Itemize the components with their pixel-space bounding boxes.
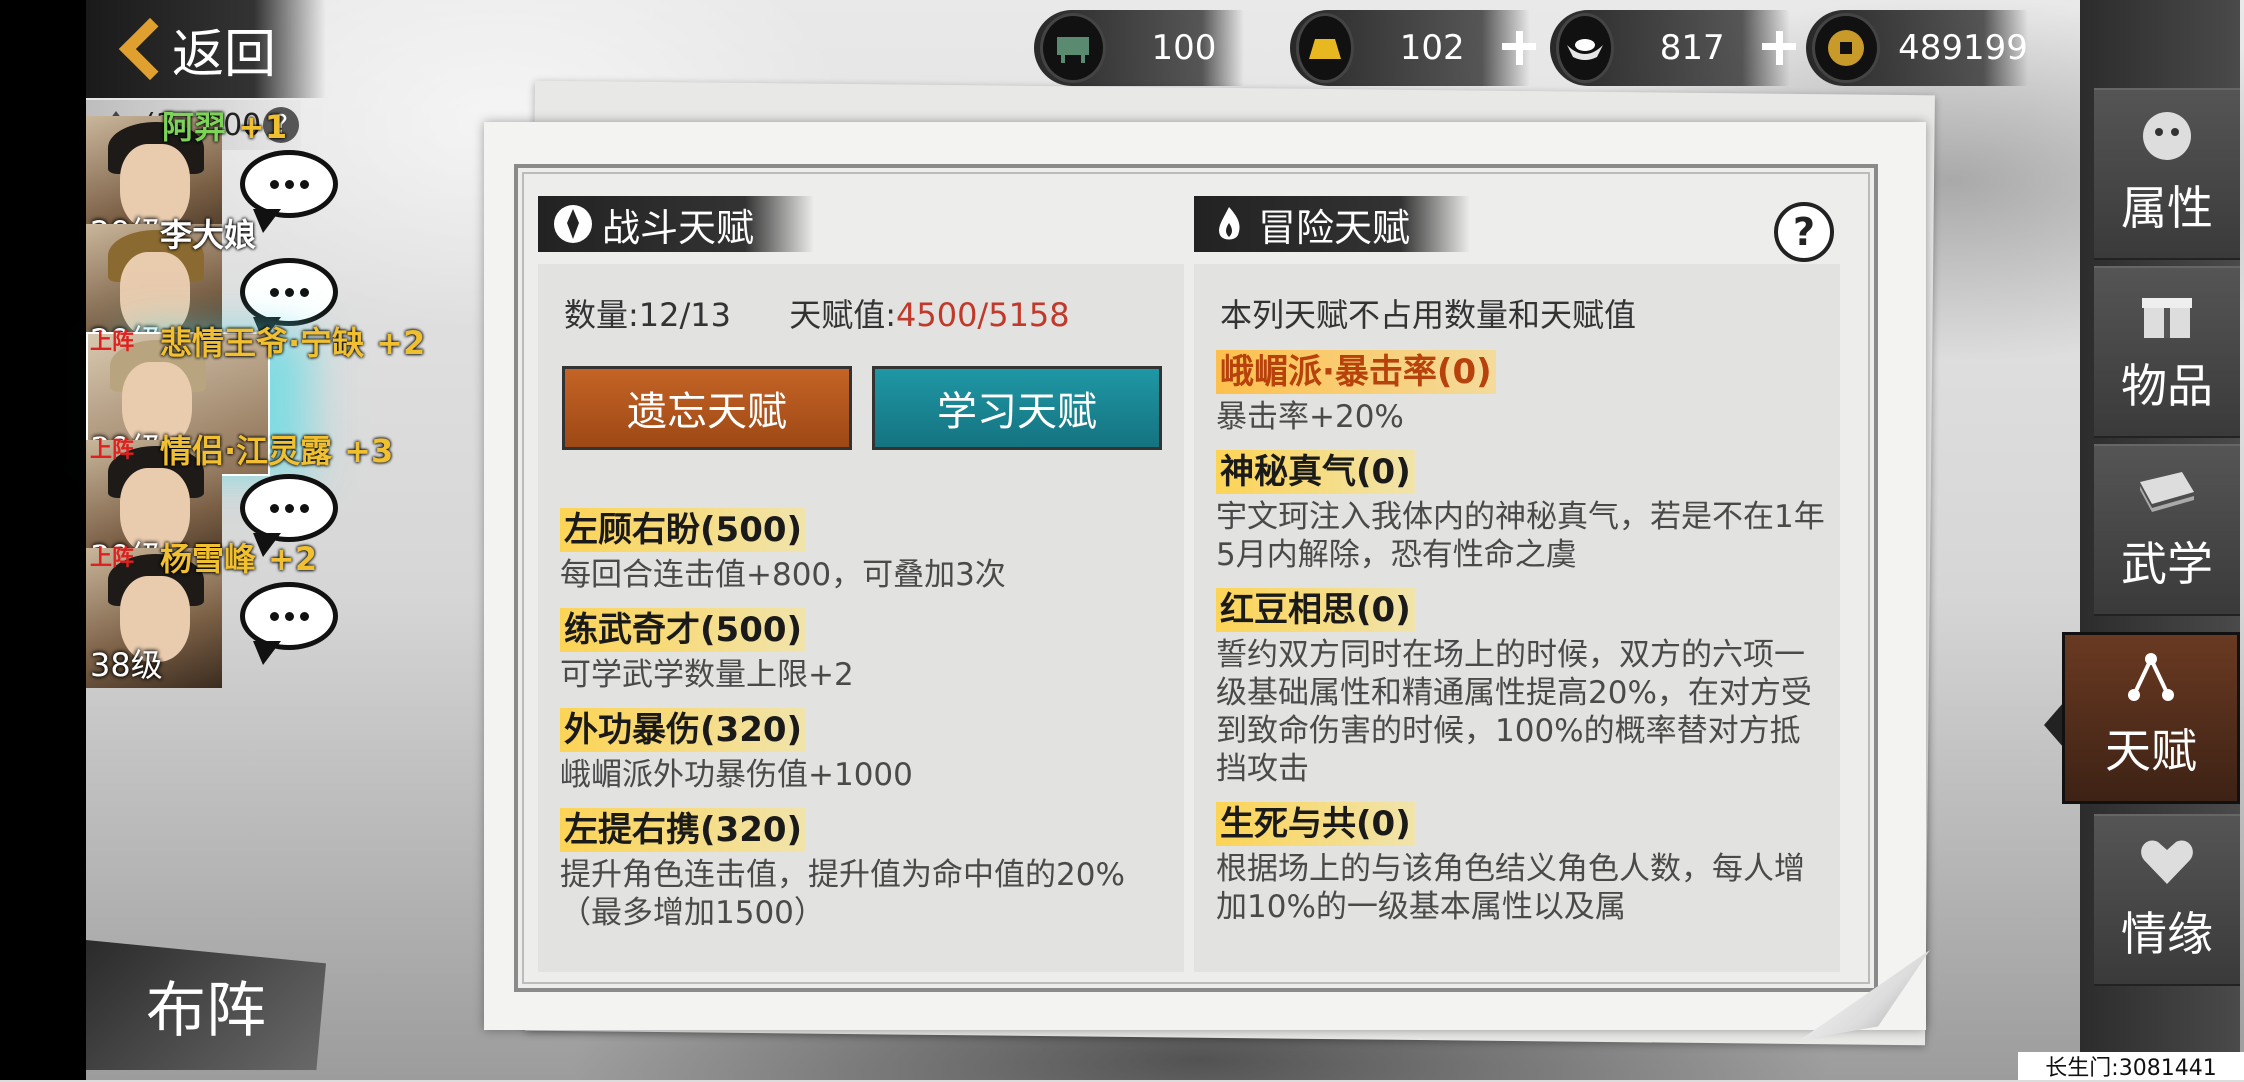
adventure-note: 本列天赋不占用数量和天赋值 [1220, 296, 1637, 334]
talent-count: 数量:12/13 [564, 296, 732, 334]
adventure-talent-column: 本列天赋不占用数量和天赋值 峨嵋派·暴击率(0) 暴击率+20% 神秘真气(0)… [1194, 264, 1840, 972]
talent-desc: 提升角色连击值，提升值为命中值的20%（最多增加1500） [560, 857, 1125, 931]
talent-name: 峨嵋派·暴击率(0) [1216, 350, 1496, 394]
combat-stats: 数量:12/13 天赋值:4500/5158 [564, 290, 1070, 336]
currency-value: 489199 [1898, 28, 2028, 68]
nav-relationships[interactable]: 情缘 [2094, 814, 2240, 986]
talent-name: 生死与共(0) [1216, 802, 1415, 846]
character-name: 杨雪峰 +2 [160, 540, 318, 578]
nav-label: 物品 [2121, 359, 2213, 413]
talent-desc: 暴击率+20% [1216, 399, 1404, 435]
onstage-tag: 上阵 [90, 330, 135, 355]
nav-items[interactable]: 物品 [2094, 266, 2240, 438]
flame-icon [1219, 207, 1240, 240]
talent-name: 神秘真气(0) [1216, 450, 1415, 494]
talent-name: 左顾右盼(500) [560, 508, 807, 552]
talent-desc: 每回合连击值+800，可叠加3次 [560, 557, 1006, 593]
currency-ding: 100 [1034, 10, 1244, 86]
combat-talent-icon [554, 205, 592, 243]
tiger-head-icon [2143, 112, 2191, 160]
nav-martial-arts[interactable]: 武学 [2094, 444, 2240, 616]
list-item: 生死与共(0) 根据场上的与该角色结义角色人数，每人增加10%的一级基本属性以及… [1216, 802, 1826, 926]
heart-knot-icon [2141, 840, 2193, 884]
talent-name: 红豆相思(0) [1216, 588, 1415, 632]
nav-label: 属性 [2121, 181, 2213, 235]
forget-talent-button[interactable]: 遗忘天赋 [562, 366, 852, 450]
talent-panel: 战斗天赋 冒险天赋 ? 数量:12/13 天赋值:4500/5158 遗忘天赋 … [484, 122, 1926, 1030]
currency-value: 817 [1659, 28, 1725, 68]
chevron-left-icon [114, 19, 154, 79]
combat-talent-list[interactable]: 左顾右盼(500) 每回合连击值+800，可叠加3次 练武奇才(500) 可学武… [560, 478, 1170, 946]
talent-value-label: 天赋值: [789, 296, 896, 334]
nav-attributes[interactable]: 属性 [2094, 88, 2240, 260]
nav-label: 天赋 [2105, 724, 2197, 778]
list-item: 左提右携(320) 提升角色连击值，提升值为命中值的20%（最多增加1500） [560, 808, 1170, 932]
back-button[interactable]: 返回 [86, 0, 326, 98]
bronze-ding-icon [1040, 13, 1106, 83]
currency-silver: 817 [1550, 10, 1796, 86]
gift-box-icon [2142, 298, 2192, 338]
adventure-talent-title: 冒险天赋 [1258, 205, 1411, 250]
learn-talent-button[interactable]: 学习天赋 [872, 366, 1162, 450]
combat-talent-header: 战斗天赋 [538, 196, 815, 252]
talent-desc: 可学武学数量上限+2 [560, 657, 854, 693]
talent-name: 练武奇才(500) [560, 608, 807, 652]
character-name: 阿羿 +1 [162, 108, 288, 146]
chat-bubble-icon[interactable] [240, 150, 338, 233]
add-gold-icon[interactable] [1502, 31, 1536, 65]
talent-desc: 根据场上的与该角色结义角色人数，每人增加10%的一级基本属性以及属 [1216, 851, 1805, 925]
character-name: 李大娘 [160, 216, 257, 254]
adventure-talent-header: 冒险天赋 [1194, 196, 1471, 252]
left-letterbox [0, 0, 86, 1080]
talent-desc: 峨嵋派外功暴伤值+1000 [560, 757, 913, 793]
combat-talent-title: 战斗天赋 [602, 205, 755, 250]
talent-name: 外功暴伤(320) [560, 708, 807, 752]
talent-value: 4500/5158 [895, 296, 1070, 334]
list-item: 红豆相思(0) 誓约双方同时在场上的时候，双方的六项一级基础属性和精通属性提高2… [1216, 588, 1826, 788]
book-icon [2140, 472, 2194, 512]
help-icon[interactable]: ? [1774, 202, 1834, 262]
talent-node-icon [2128, 653, 2174, 701]
currency-copper: 489199 [1806, 10, 2028, 86]
talent-desc: 宇文珂注入我体内的神秘真气，若是不在1年5月内解除，恐有性命之虞 [1216, 499, 1825, 573]
back-label: 返回 [172, 24, 277, 85]
currency-gold: 102 [1290, 10, 1536, 86]
add-silver-icon[interactable] [1762, 31, 1796, 65]
list-item: 神秘真气(0) 宇文珂注入我体内的神秘真气，若是不在1年5月内解除，恐有性命之虞 [1216, 450, 1826, 574]
server-label: 长生门:3081441 [2018, 1052, 2244, 1081]
character-name: 情侣·江灵露 +3 [160, 432, 394, 470]
list-item: 外功暴伤(320) 峨嵋派外功暴伤值+1000 [560, 708, 1170, 794]
talent-desc: 誓约双方同时在场上的时候，双方的六项一级基础属性和精通属性提高20%，在对方受到… [1216, 637, 1812, 787]
nav-label: 情缘 [2121, 907, 2213, 961]
list-item: 练武奇才(500) 可学武学数量上限+2 [560, 608, 1170, 694]
chat-bubble-icon[interactable] [240, 258, 338, 341]
character-level: 38级 [90, 646, 163, 684]
list-item: 峨嵋派·暴击率(0) 暴击率+20% [1216, 350, 1826, 436]
list-item: 左顾右盼(500) 每回合连击值+800，可叠加3次 [560, 508, 1170, 594]
copper-coin-icon [1812, 13, 1880, 83]
adventure-talent-list[interactable]: 峨嵋派·暴击率(0) 暴击率+20% 神秘真气(0) 宇文珂注入我体内的神秘真气… [1216, 350, 1826, 940]
talent-name: 左提右携(320) [560, 808, 807, 852]
currency-value: 100 [1151, 28, 1217, 68]
clipped-row [560, 478, 1170, 498]
onstage-tag: 上阵 [90, 546, 135, 571]
currency-value: 102 [1399, 28, 1465, 68]
gold-bar-icon [1296, 13, 1355, 83]
combat-talent-column: 数量:12/13 天赋值:4500/5158 遗忘天赋 学习天赋 左顾右盼(50… [538, 264, 1184, 972]
nav-label: 武学 [2121, 537, 2213, 591]
onstage-tag: 上阵 [90, 438, 135, 463]
talent-panel-frame: 战斗天赋 冒险天赋 ? 数量:12/13 天赋值:4500/5158 遗忘天赋 … [514, 164, 1878, 992]
chat-bubble-icon[interactable] [240, 582, 338, 665]
character-name: 悲情王爷·宁缺 +2 [160, 324, 426, 362]
silver-ingot-icon [1556, 13, 1615, 83]
nav-talent[interactable]: 天赋 [2062, 632, 2240, 804]
character-card-4[interactable]: 上阵 38级 杨雪峰 +2 [86, 540, 396, 690]
chat-bubble-icon[interactable] [240, 474, 338, 557]
